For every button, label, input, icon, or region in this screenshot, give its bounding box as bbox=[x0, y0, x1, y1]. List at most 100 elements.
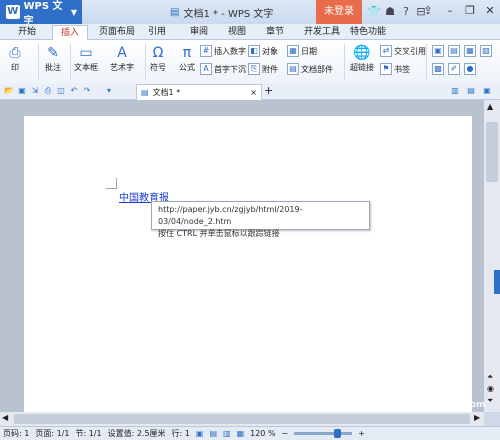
hscroll-thumb[interactable] bbox=[14, 414, 470, 424]
attachment-icon: ⎘ bbox=[248, 63, 260, 75]
table-icon[interactable]: ▦ bbox=[464, 45, 476, 57]
form-icon[interactable]: ▤ bbox=[448, 45, 460, 57]
restore-icon[interactable]: ❐ bbox=[460, 2, 480, 20]
scroll-thumb[interactable] bbox=[486, 122, 498, 182]
status-pages[interactable]: 页面: 1/1 bbox=[35, 428, 69, 439]
textbox-button[interactable]: ▭ 文本框 bbox=[74, 44, 98, 73]
bookmark-button[interactable]: ⚑ 书签 bbox=[380, 63, 410, 75]
login-button[interactable]: 未登录 bbox=[316, 0, 362, 24]
prev-page-icon[interactable]: ⏶ bbox=[487, 372, 493, 382]
image-icon[interactable]: ▩ bbox=[432, 63, 444, 75]
object-button[interactable]: ◧ 对象 bbox=[248, 45, 278, 57]
zoom-slider[interactable] bbox=[294, 429, 353, 438]
ribbon-extra-tools-2: ▩ ✐ ● bbox=[432, 63, 476, 75]
attachment-button[interactable]: ⎘ 附件 bbox=[248, 63, 278, 75]
view-outline-icon[interactable]: ▥ bbox=[223, 429, 231, 438]
insert-number-button[interactable]: # 插入数字 bbox=[200, 45, 246, 57]
chevron-down-icon[interactable]: ▾ bbox=[104, 86, 114, 96]
dropcap-button[interactable]: A 首字下沉 bbox=[200, 63, 246, 75]
formula-button[interactable]: π 公式 bbox=[178, 44, 196, 73]
output-icon[interactable]: ⇲ bbox=[30, 86, 40, 96]
vertical-scrollbar[interactable]: ▲ ⏶ ◉ ⏷ bbox=[484, 100, 500, 412]
window-title: ▤ 文档1 * - WPS 文字 bbox=[170, 5, 273, 20]
document-tab[interactable]: ▤ 文档1 * × bbox=[136, 84, 262, 100]
scroll-right-icon[interactable]: ▶ bbox=[474, 413, 480, 422]
minimize-icon[interactable]: – bbox=[440, 2, 460, 20]
tab-insert[interactable]: 插入 bbox=[52, 25, 88, 40]
save-icon[interactable]: ▣ bbox=[17, 86, 27, 96]
view-read-icon[interactable]: ▦ bbox=[237, 429, 245, 438]
number-icon: # bbox=[200, 45, 212, 57]
redo-icon[interactable]: ↷ bbox=[82, 86, 92, 96]
status-setting[interactable]: 设置值: 2.5厘米 bbox=[108, 428, 166, 439]
dropcap-icon: A bbox=[200, 63, 212, 75]
tab-review[interactable]: 审阅 bbox=[186, 25, 212, 39]
sidebar-icon[interactable]: ▤ bbox=[466, 86, 476, 96]
shirt-icon[interactable]: 👕 bbox=[367, 5, 381, 19]
watermark: jingyan.baidu.com bbox=[392, 400, 486, 410]
new-tab-icon[interactable]: + bbox=[264, 84, 273, 97]
tab-page-layout[interactable]: 页面布局 bbox=[96, 25, 138, 39]
scroll-up-icon[interactable]: ▲ bbox=[487, 102, 493, 111]
print-icon[interactable]: ⎙ bbox=[43, 86, 53, 96]
hyperlink-button[interactable]: 🌐 超链接 bbox=[350, 44, 374, 73]
wordart-button[interactable]: A 艺术字 bbox=[110, 44, 134, 73]
status-zoom[interactable]: 120 % bbox=[250, 429, 275, 438]
view-print-icon[interactable]: ▣ bbox=[196, 429, 204, 438]
document-page[interactable] bbox=[24, 116, 472, 412]
divider bbox=[70, 44, 71, 80]
shape-icon[interactable]: ● bbox=[464, 63, 476, 75]
doc-tab-label: 文档1 * bbox=[152, 88, 181, 97]
symbol-button[interactable]: Ω 符号 bbox=[149, 44, 167, 73]
zoom-slider-thumb[interactable] bbox=[334, 429, 342, 438]
tab-view[interactable]: 视图 bbox=[224, 25, 250, 39]
frame-icon[interactable]: ▣ bbox=[432, 45, 444, 57]
scroll-left-icon[interactable]: ◀ bbox=[2, 413, 8, 422]
calendar-icon: ▦ bbox=[287, 45, 299, 57]
hyperlink-tooltip: http://paper.jyb.cn/zgjyb/html/2019-03/0… bbox=[151, 201, 370, 238]
view-web-icon[interactable]: ▤ bbox=[209, 429, 217, 438]
grid-icon[interactable]: ▧ bbox=[480, 45, 492, 57]
divider bbox=[38, 44, 39, 80]
status-section[interactable]: 节: 1/1 bbox=[75, 428, 101, 439]
app-menu-button[interactable]: W WPS 文字 ▼ bbox=[0, 0, 82, 27]
zoom-in-icon[interactable]: + bbox=[358, 429, 365, 438]
tab-features[interactable]: 特色功能 bbox=[348, 25, 388, 39]
wordart-icon: A bbox=[117, 45, 127, 61]
ribbon-extra-tools: ▣ ▤ ▦ ▧ bbox=[432, 45, 492, 57]
close-tab-icon[interactable]: × bbox=[250, 88, 257, 97]
horizontal-scrollbar[interactable]: ◀ ▶ bbox=[0, 412, 484, 426]
pane-icon[interactable]: ▥ bbox=[450, 86, 460, 96]
restore-doc-icon[interactable]: ▣ bbox=[482, 86, 492, 96]
preview-icon[interactable]: ◫ bbox=[56, 86, 66, 96]
doc-parts-button[interactable]: ▤ 文档部件 bbox=[287, 63, 333, 75]
tab-chapter[interactable]: 章节 bbox=[262, 25, 288, 39]
next-page-icon[interactable]: ⏷ bbox=[487, 396, 493, 406]
user-icon[interactable]: ☗ bbox=[383, 5, 397, 19]
tab-reference[interactable]: 引用 bbox=[144, 25, 170, 39]
upload-icon[interactable]: ⇪ bbox=[418, 2, 438, 20]
date-button[interactable]: ▦ 日期 bbox=[287, 45, 317, 57]
bookmark-icon: ⚑ bbox=[380, 63, 392, 75]
comment-button[interactable]: ✎ 批注 bbox=[44, 44, 62, 73]
document-icon: ▤ bbox=[141, 88, 149, 97]
pen-icon[interactable]: ✐ bbox=[448, 63, 460, 75]
tab-start[interactable]: 开始 bbox=[12, 25, 42, 39]
zoom-out-icon[interactable]: − bbox=[282, 429, 289, 438]
crossref-button[interactable]: ⇄ 交叉引用 bbox=[380, 45, 426, 57]
status-row[interactable]: 行: 1 bbox=[172, 428, 190, 439]
status-page[interactable]: 页码: 1 bbox=[3, 428, 29, 439]
print-button[interactable]: ⎙ 印 bbox=[6, 44, 24, 73]
crossref-icon: ⇄ bbox=[380, 45, 392, 57]
wps-logo-icon: W bbox=[6, 5, 20, 19]
select-browse-icon[interactable]: ◉ bbox=[487, 384, 494, 393]
tab-developer[interactable]: 开发工具 bbox=[302, 25, 342, 39]
object-icon: ◧ bbox=[248, 45, 260, 57]
divider bbox=[344, 44, 345, 80]
side-tab[interactable] bbox=[494, 270, 500, 294]
open-folder-icon[interactable]: 📂 bbox=[4, 86, 14, 96]
undo-icon[interactable]: ↶ bbox=[69, 86, 79, 96]
help-icon[interactable]: ? bbox=[399, 5, 413, 19]
status-bar: 页码: 1 页面: 1/1 节: 1/1 设置值: 2.5厘米 行: 1 ▣ ▤… bbox=[0, 426, 500, 440]
close-icon[interactable]: ✕ bbox=[480, 2, 500, 20]
